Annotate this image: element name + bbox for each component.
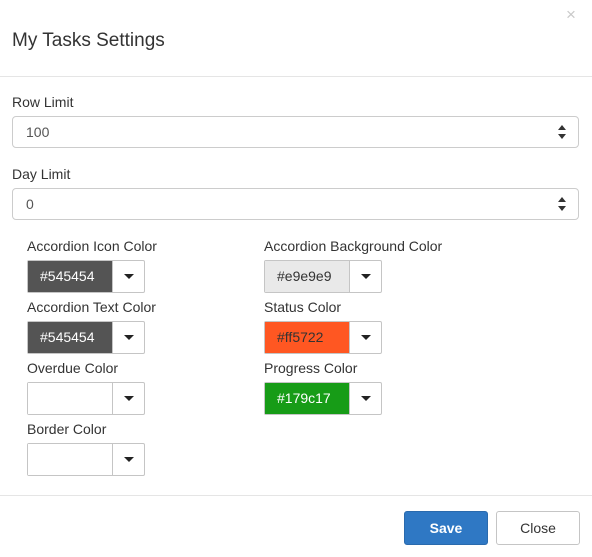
dialog-title: My Tasks Settings [12, 30, 165, 51]
day-limit-label: Day Limit [12, 166, 71, 182]
status-color-swatch: #ff5722 [265, 322, 349, 353]
progress-color-picker[interactable]: #179c17 [264, 382, 382, 415]
overdue-color-swatch [28, 383, 112, 414]
accordion-icon-color-dropdown[interactable] [112, 261, 144, 292]
progress-color-swatch: #179c17 [265, 383, 349, 414]
accordion-icon-color-swatch: #545454 [28, 261, 112, 292]
border-color-swatch [28, 444, 112, 475]
settings-dialog: × My Tasks Settings Row Limit 100 Day Li… [0, 0, 592, 557]
row-limit-label: Row Limit [12, 94, 74, 110]
close-icon[interactable]: × [566, 6, 576, 24]
overdue-color-picker[interactable] [27, 382, 145, 415]
day-limit-input[interactable]: 0 [12, 188, 579, 220]
accordion-background-color-picker[interactable]: #e9e9e9 [264, 260, 382, 293]
caret-down-icon [124, 396, 134, 401]
accordion-text-color-label: Accordion Text Color [27, 299, 156, 315]
footer-divider [0, 495, 592, 496]
caret-down-icon [124, 335, 134, 340]
row-limit-input[interactable]: 100 [12, 116, 579, 148]
caret-down-icon [361, 396, 371, 401]
overdue-color-dropdown[interactable] [112, 383, 144, 414]
row-limit-spinner-icon[interactable] [558, 125, 566, 139]
accordion-background-color-label: Accordion Background Color [264, 238, 443, 254]
border-color-dropdown[interactable] [112, 444, 144, 475]
accordion-text-color-swatch: #545454 [28, 322, 112, 353]
day-limit-value: 0 [26, 196, 34, 212]
accordion-background-color-swatch: #e9e9e9 [265, 261, 349, 292]
caret-down-icon [124, 457, 134, 462]
accordion-icon-color-label: Accordion Icon Color [27, 238, 157, 254]
day-limit-spinner-icon[interactable] [558, 197, 566, 211]
accordion-background-color-dropdown[interactable] [349, 261, 381, 292]
close-button[interactable]: Close [496, 511, 580, 545]
status-color-label: Status Color [264, 299, 342, 315]
border-color-label: Border Color [27, 421, 107, 437]
caret-down-icon [124, 274, 134, 279]
progress-color-dropdown[interactable] [349, 383, 381, 414]
accordion-text-color-dropdown[interactable] [112, 322, 144, 353]
save-button[interactable]: Save [404, 511, 488, 545]
progress-color-label: Progress Color [264, 360, 358, 376]
header-divider [0, 76, 592, 77]
row-limit-value: 100 [26, 124, 50, 140]
status-color-picker[interactable]: #ff5722 [264, 321, 382, 354]
status-color-dropdown[interactable] [349, 322, 381, 353]
overdue-color-label: Overdue Color [27, 360, 119, 376]
accordion-text-color-picker[interactable]: #545454 [27, 321, 145, 354]
border-color-picker[interactable] [27, 443, 145, 476]
caret-down-icon [361, 274, 371, 279]
caret-down-icon [361, 335, 371, 340]
accordion-icon-color-picker[interactable]: #545454 [27, 260, 145, 293]
